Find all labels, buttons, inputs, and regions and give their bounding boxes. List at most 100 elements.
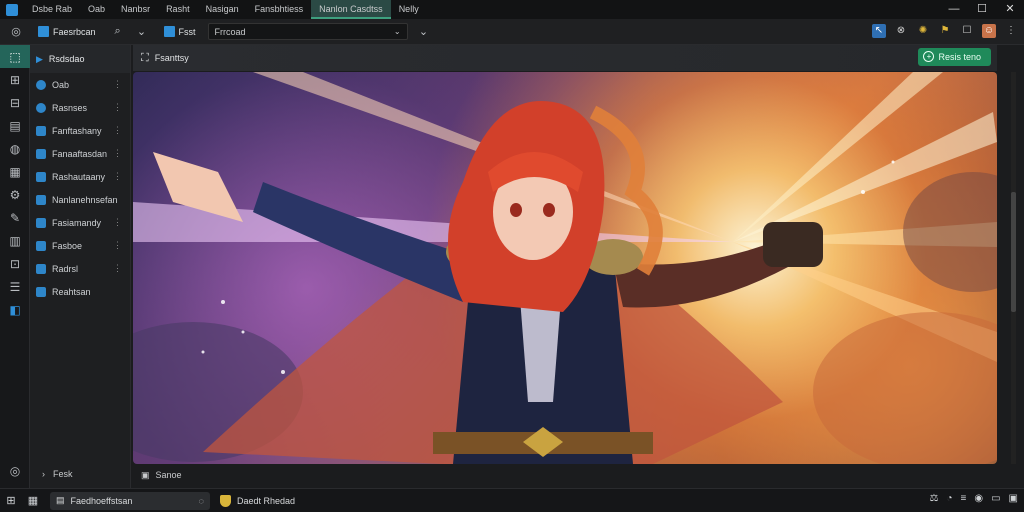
chevron-down-icon[interactable]: ⌄ <box>134 24 150 40</box>
sidebar-item-5[interactable]: Nanlanehnsefan <box>30 188 130 211</box>
address-input[interactable]: Frrcoad ⌄ <box>207 23 408 40</box>
tray-icon-1[interactable]: ◔ <box>946 493 952 504</box>
list-tool-button[interactable]: ☰ <box>0 275 30 298</box>
brush-tool-button[interactable]: ✎ <box>0 206 30 229</box>
sidebar-item-label: Fasboe <box>52 240 83 251</box>
pen-icon <box>36 263 46 274</box>
sidebar-item-label: Radrsl <box>52 263 79 274</box>
crop-tool-button[interactable]: ⊡ <box>0 252 30 275</box>
task-view-icon[interactable]: ▦ <box>22 490 44 512</box>
link-icon[interactable]: ⊗ <box>894 24 908 38</box>
main-panel: ⛶ Fsanttsy + Resis teno ▣ Sanoe <box>131 45 1024 488</box>
more-icon[interactable]: ⋮ <box>113 102 122 113</box>
avatar[interactable]: ☺ <box>982 24 996 38</box>
toolbar: ◎ Faesrbcan ⌕ ⌄ Fsst Frrcoad ⌄ ⌄ ↖ ⊗ ✺ ⚑… <box>0 19 1024 45</box>
circle-icon <box>36 79 46 90</box>
address-value: Frrcoad <box>214 26 246 37</box>
taskbar-search-text: Faedhoeffstsan <box>70 495 133 506</box>
more-icon[interactable]: ⋮ <box>1004 24 1018 38</box>
title-bar: Dsbe Rab Oab Nanbsr Rasht Nasigan Fansbh… <box>0 0 1024 19</box>
action-button[interactable]: + Resis teno <box>918 48 991 66</box>
path-label: Fsst <box>178 26 196 37</box>
sidebar-item-4[interactable]: Rashautaany ⋮ <box>30 165 130 188</box>
frame-tool-button[interactable]: ▤ <box>0 114 30 137</box>
more-icon[interactable]: ⋮ <box>113 79 122 90</box>
menu-item-4[interactable]: Nasigan <box>198 0 247 19</box>
maximize-button[interactable]: ☐ <box>968 0 996 19</box>
menu-item-3[interactable]: Rasht <box>158 0 198 19</box>
vertical-scrollbar[interactable] <box>1011 72 1016 464</box>
image-icon <box>36 194 46 205</box>
menu-item-0[interactable]: Dsbe Rab <box>24 0 80 19</box>
cursor-icon[interactable]: ↖ <box>872 24 886 38</box>
sun-icon[interactable]: ✺ <box>916 24 930 38</box>
more-icon[interactable]: ⋮ <box>113 263 122 274</box>
sidebar-item-8[interactable]: Radrsl ⋮ <box>30 257 130 280</box>
menu-item-2[interactable]: Nanbsr <box>113 0 158 19</box>
tray-icon-3[interactable]: ◉ <box>974 493 983 504</box>
more-icon[interactable]: ⋮ <box>113 125 122 136</box>
chevron-down-icon[interactable]: ⌄ <box>416 24 432 40</box>
cursor-tool-button[interactable]: ⬚ <box>0 45 30 68</box>
more-icon[interactable]: ⋮ <box>113 171 122 182</box>
menu-item-5[interactable]: Fansbhtiess <box>247 0 312 19</box>
sidebar-header[interactable]: ▶ Rsdsdao <box>30 45 130 73</box>
sidebar-item-label: Fasiamandy <box>52 217 102 228</box>
eye-shape <box>543 203 555 217</box>
tray-icon-5[interactable]: ▣ <box>1009 493 1018 504</box>
settings-tool-button[interactable]: ⚙ <box>0 183 30 206</box>
flag-icon[interactable]: ⚑ <box>938 24 952 38</box>
system-tray: ⚖ ◔ ≡ ◉ ▭ ▣ <box>930 493 1019 504</box>
more-icon[interactable]: ⋮ <box>113 240 122 251</box>
cloud-shape <box>903 172 997 292</box>
start-icon[interactable]: ⊞ <box>0 490 22 512</box>
globe-tool-button[interactable]: ◍ <box>0 137 30 160</box>
scrollbar-thumb[interactable] <box>1011 192 1016 312</box>
sidebar-footer-label: Fesk <box>53 469 73 479</box>
sidebar-item-2[interactable]: Fanftashany ⋮ <box>30 119 130 142</box>
search-icon[interactable]: ⌕ <box>110 24 126 40</box>
help-button[interactable]: ◎ <box>0 459 30 482</box>
sidebar-item-label: Fanaaftasdan <box>52 148 108 159</box>
bell-icon[interactable]: ☐ <box>960 24 974 38</box>
chart-tool-button[interactable]: ▥ <box>0 229 30 252</box>
taskbar-search-input[interactable]: ▤ Faedhoeffstsan ◌ <box>50 491 210 510</box>
cube-tool-button[interactable]: ⊟ <box>0 91 30 114</box>
sidebar-footer[interactable]: › Fesk <box>30 466 131 482</box>
tray-icon-4[interactable]: ▭ <box>991 493 1000 504</box>
canvas-image[interactable] <box>133 72 997 464</box>
pen-icon <box>36 240 46 251</box>
main-header-title: Fsanttsy <box>154 53 189 63</box>
sidebar-item-7[interactable]: Fasboe ⋮ <box>30 234 130 257</box>
sidebar-item-6[interactable]: Fasiamandy ⋮ <box>30 211 130 234</box>
more-icon[interactable]: ⋮ <box>113 217 122 228</box>
sidebar-item-0[interactable]: Oab ⋮ <box>30 73 130 96</box>
tray-icon-2[interactable]: ≡ <box>961 493 967 504</box>
cloud-shape <box>813 312 997 464</box>
layers-tool-button[interactable]: ⊞ <box>0 68 30 91</box>
taskbar-app[interactable]: Daedt Rhedad <box>220 494 295 507</box>
chevron-down-icon[interactable]: ⌄ <box>394 27 401 36</box>
menu-item-1[interactable]: Oab <box>80 0 113 19</box>
sidebar-item-1[interactable]: Rasnses ⋮ <box>30 96 130 119</box>
image-icon <box>36 217 46 228</box>
menu-item-7[interactable]: Nelly <box>391 0 427 19</box>
grid-tool-button[interactable]: ▦ <box>0 160 30 183</box>
project-selector[interactable]: Faesrbcan <box>32 24 102 40</box>
image-icon: ⛶ <box>141 51 149 64</box>
window-controls: — ☐ ✕ <box>940 0 1024 19</box>
minimize-button[interactable]: — <box>940 0 968 19</box>
tray-icon-0[interactable]: ⚖ <box>930 493 939 504</box>
menu-bar: Dsbe Rab Oab Nanbsr Rasht Nasigan Fansbh… <box>24 0 427 19</box>
close-button[interactable]: ✕ <box>996 0 1024 19</box>
menu-item-6[interactable]: Nanlon Casdtss <box>311 0 391 19</box>
sidebar-item-9[interactable]: Reahtsan <box>30 280 130 303</box>
sidebar-item-label: Oab <box>52 79 70 90</box>
sidebar-item-label: Reahtsan <box>52 286 91 297</box>
tag-tool-button[interactable]: ◧ <box>0 298 30 321</box>
sidebar-item-3[interactable]: Fanaaftasdan ⋮ <box>30 142 130 165</box>
sidebar-item-label: Rasnses <box>52 102 88 113</box>
more-icon[interactable]: ⋮ <box>113 148 122 159</box>
globe-icon[interactable]: ◎ <box>8 24 24 40</box>
path-chip[interactable]: Fsst <box>158 24 202 40</box>
